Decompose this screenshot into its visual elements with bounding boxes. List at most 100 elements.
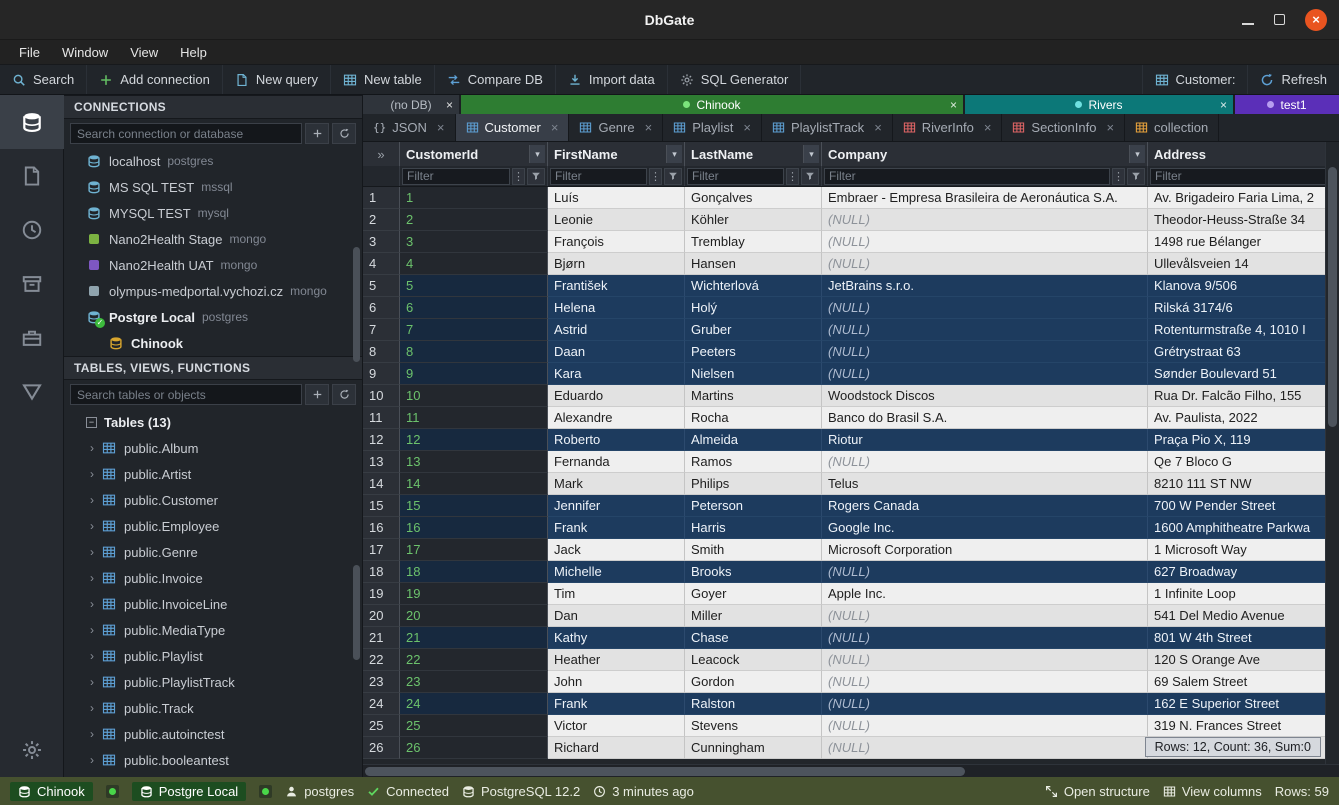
cell-company[interactable]: (NULL) (822, 253, 1148, 275)
tables-search-input[interactable] (70, 384, 302, 405)
cell-address[interactable]: 8210 111 ST NW (1148, 473, 1339, 495)
horizontal-scrollbar-thumb[interactable] (365, 767, 965, 776)
funnel-icon[interactable] (664, 168, 682, 185)
cell-company[interactable]: (NULL) (822, 627, 1148, 649)
new-query-button[interactable]: New query (223, 65, 331, 94)
cell-lastname[interactable]: Philips (685, 473, 822, 495)
cell-lastname[interactable]: Hansen (685, 253, 822, 275)
cell-firstname[interactable]: Kathy (548, 627, 685, 649)
cell-address[interactable]: 1 Microsoft Way (1148, 539, 1339, 561)
cell-address[interactable]: Qe 7 Bloco G (1148, 451, 1339, 473)
cell-firstname[interactable]: John (548, 671, 685, 693)
cell-customerid[interactable]: 2 (400, 209, 548, 231)
cell-customerid[interactable]: 15 (400, 495, 548, 517)
cell-lastname[interactable]: Gonçalves (685, 187, 822, 209)
vertical-scrollbar[interactable] (1325, 142, 1339, 764)
cell-lastname[interactable]: Peeters (685, 341, 822, 363)
cell-address[interactable]: 1600 Amphitheatre Parkwa (1148, 517, 1339, 539)
cell-company[interactable]: (NULL) (822, 209, 1148, 231)
search-button[interactable]: Search (0, 65, 87, 94)
row-number[interactable]: 25 (363, 715, 400, 737)
left-scrollbar-thumb[interactable] (353, 247, 360, 362)
cell-lastname[interactable]: Stevens (685, 715, 822, 737)
column-header-customerid[interactable]: CustomerId▾ (400, 142, 548, 166)
cell-customerid[interactable]: 4 (400, 253, 548, 275)
tab-json[interactable]: {}JSON× (363, 114, 456, 141)
cell-firstname[interactable]: Fernanda (548, 451, 685, 473)
row-number[interactable]: 10 (363, 385, 400, 407)
table-item[interactable]: ›public.Artist (64, 461, 362, 487)
cell-lastname[interactable]: Peterson (685, 495, 822, 517)
cell-customerid[interactable]: 9 (400, 363, 548, 385)
horizontal-scrollbar[interactable] (363, 764, 1339, 777)
cell-address[interactable]: 627 Broadway (1148, 561, 1339, 583)
statusbar-database-chip[interactable]: Chinook (10, 782, 93, 801)
filter-input[interactable] (402, 168, 510, 185)
menu-file[interactable]: File (8, 45, 51, 60)
cell-company[interactable]: Woodstock Discos (822, 385, 1148, 407)
row-number[interactable]: 24 (363, 693, 400, 715)
cell-company[interactable]: (NULL) (822, 649, 1148, 671)
cell-customerid[interactable]: 18 (400, 561, 548, 583)
close-icon[interactable]: × (743, 120, 751, 135)
cell-address[interactable]: 162 E Superior Street (1148, 693, 1339, 715)
cell-firstname[interactable]: Astrid (548, 319, 685, 341)
cell-company[interactable]: (NULL) (822, 363, 1148, 385)
cell-address[interactable]: Ullevålsveien 14 (1148, 253, 1339, 275)
cell-company[interactable]: (NULL) (822, 341, 1148, 363)
row-number[interactable]: 12 (363, 429, 400, 451)
cell-firstname[interactable]: Daan (548, 341, 685, 363)
cell-lastname[interactable]: Chase (685, 627, 822, 649)
cell-address[interactable]: 319 N. Frances Street (1148, 715, 1339, 737)
cell-address[interactable]: Av. Paulista, 2022 (1148, 407, 1339, 429)
cell-address[interactable]: 700 W Pender Street (1148, 495, 1339, 517)
table-item[interactable]: ›public.PlaylistTrack (64, 669, 362, 695)
cell-customerid[interactable]: 25 (400, 715, 548, 737)
cell-company[interactable]: (NULL) (822, 605, 1148, 627)
close-icon[interactable]: × (950, 98, 957, 112)
chevron-down-icon[interactable]: ▾ (803, 145, 819, 163)
cell-customerid[interactable]: 23 (400, 671, 548, 693)
table-item[interactable]: ›public.Employee (64, 513, 362, 539)
settings-button[interactable] (0, 723, 64, 777)
chevron-right-icon[interactable]: › (86, 441, 98, 455)
funnel-icon[interactable] (1127, 168, 1145, 185)
connections-search-input[interactable] (70, 123, 302, 144)
cell-address[interactable]: Rua Dr. Falcão Filho, 155 (1148, 385, 1339, 407)
tab-sectioninfo[interactable]: SectionInfo× (1002, 114, 1125, 141)
cell-firstname[interactable]: Tim (548, 583, 685, 605)
kebab-icon[interactable]: ⋮ (786, 168, 799, 185)
cell-lastname[interactable]: Gruber (685, 319, 822, 341)
close-icon[interactable]: × (645, 120, 653, 135)
vertical-scrollbar-thumb[interactable] (1328, 167, 1337, 427)
column-header-lastname[interactable]: LastName▾ (685, 142, 822, 166)
cell-address[interactable]: 1 Infinite Loop (1148, 583, 1339, 605)
filter-input[interactable] (550, 168, 647, 185)
cell-customerid[interactable]: 19 (400, 583, 548, 605)
cell-address[interactable]: Rilská 3174/6 (1148, 297, 1339, 319)
cell-firstname[interactable]: Kara (548, 363, 685, 385)
cell-address[interactable]: Av. Brigadeiro Faria Lima, 2 (1148, 187, 1339, 209)
table-item[interactable]: ›public.MediaType (64, 617, 362, 643)
kebab-icon[interactable]: ⋮ (649, 168, 662, 185)
row-number[interactable]: 2 (363, 209, 400, 231)
row-number[interactable]: 26 (363, 737, 400, 759)
cell-lastname[interactable]: Martins (685, 385, 822, 407)
cell-firstname[interactable]: Bjørn (548, 253, 685, 275)
current-tab-button[interactable]: Customer: (1142, 65, 1248, 94)
table-item[interactable]: ›public.Genre (64, 539, 362, 565)
open-structure-button[interactable]: Open structure (1045, 784, 1150, 799)
cell-lastname[interactable]: Cunningham (685, 737, 822, 759)
cell-company[interactable]: JetBrains s.r.o. (822, 275, 1148, 297)
cell-lastname[interactable]: Gordon (685, 671, 822, 693)
cell-address[interactable]: Grétrystraat 63 (1148, 341, 1339, 363)
cell-company[interactable]: Banco do Brasil S.A. (822, 407, 1148, 429)
close-icon[interactable]: × (874, 120, 882, 135)
cell-company[interactable]: (NULL) (822, 671, 1148, 693)
chevron-right-icon[interactable]: › (86, 467, 98, 481)
cell-customerid[interactable]: 5 (400, 275, 548, 297)
cell-address[interactable]: Praça Pio X, 119 (1148, 429, 1339, 451)
refresh-connections-button[interactable] (332, 123, 356, 144)
dbgroup-rivers[interactable]: Rivers× (965, 95, 1233, 114)
row-number[interactable]: 4 (363, 253, 400, 275)
